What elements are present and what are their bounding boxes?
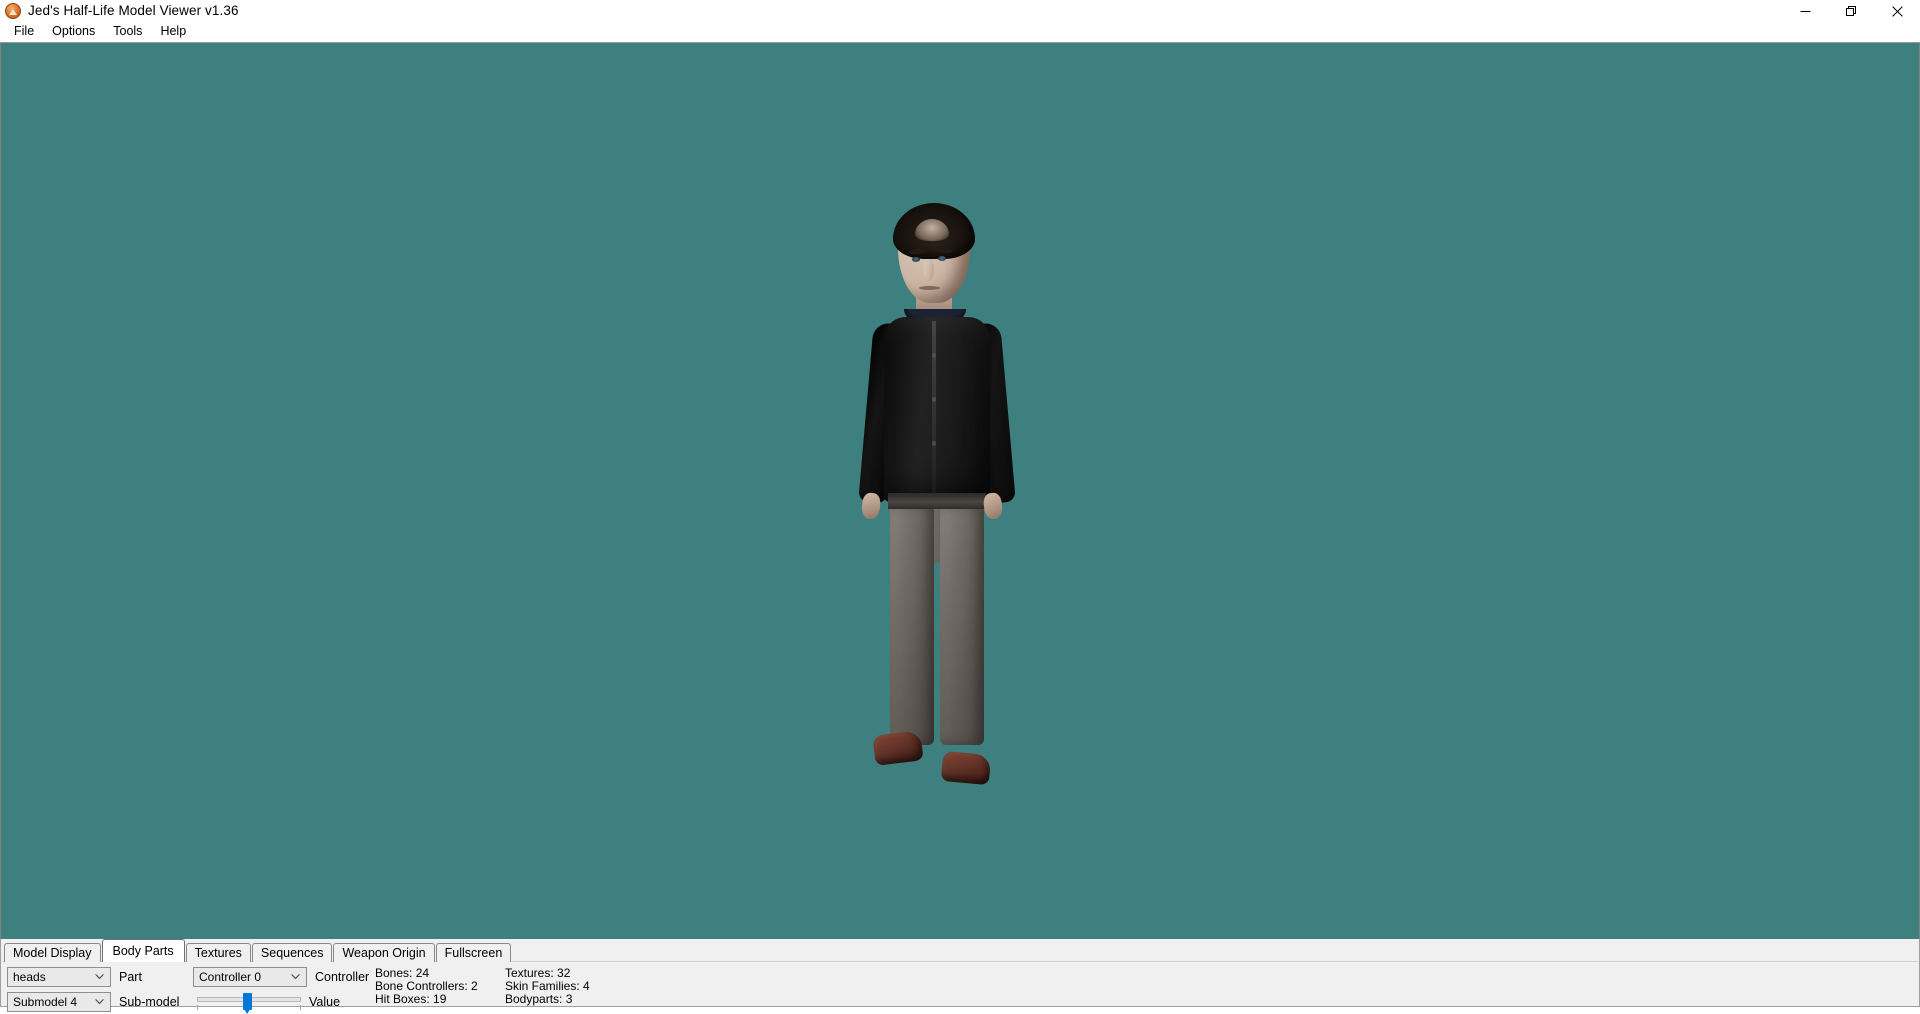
character-model <box>846 193 1076 853</box>
app-logo-icon <box>5 3 21 19</box>
controller-label: Controller <box>315 970 370 984</box>
bottom-control-panel: Model Display Body Parts Textures Sequen… <box>0 939 1920 1012</box>
tab-sequences[interactable]: Sequences <box>251 943 333 962</box>
tab-label: Model Display <box>13 946 92 960</box>
tab-model-display[interactable]: Model Display <box>4 943 101 962</box>
minimize-icon[interactable] <box>1782 0 1828 22</box>
value-row: Value <box>197 992 340 1012</box>
model-leg-left <box>890 505 934 745</box>
close-icon[interactable] <box>1874 0 1920 22</box>
controller-select[interactable]: Controller 0 <box>193 967 307 987</box>
menu-item-file[interactable]: File <box>5 22 43 42</box>
model-leg-right <box>940 505 984 745</box>
model-torso <box>884 317 990 502</box>
tab-label: Sequences <box>260 946 324 960</box>
model-jacket-button <box>932 353 936 358</box>
tab-textures[interactable]: Textures <box>185 943 251 962</box>
window-controls <box>1782 0 1920 22</box>
menu-item-tools[interactable]: Tools <box>104 22 151 42</box>
value-slider[interactable] <box>197 992 301 1012</box>
tab-body-parts[interactable]: Body Parts <box>101 939 185 962</box>
submodel-select[interactable]: Submodel 4 <box>7 992 111 1012</box>
title-bar: Jed's Half-Life Model Viewer v1.36 <box>0 0 1920 22</box>
tab-label: Weapon Origin <box>342 946 426 960</box>
tab-weapon-origin[interactable]: Weapon Origin <box>333 943 435 962</box>
controller-select-value: Controller 0 <box>199 970 262 984</box>
tab-label: Body Parts <box>112 944 174 958</box>
part-row: heads Part <box>7 967 142 987</box>
stats-column-geometry: Bones: 24 Bone Controllers: 2 Hit Boxes:… <box>375 967 478 1006</box>
model-jacket-button <box>932 441 936 446</box>
model-viewport[interactable] <box>0 42 1920 939</box>
chevron-down-icon <box>291 969 300 983</box>
chevron-down-icon <box>95 969 104 983</box>
controller-row: Controller 0 Controller <box>193 967 369 987</box>
body-parts-panel: heads Part Submodel 4 Sub-model Controll… <box>1 963 1919 1012</box>
restore-icon[interactable] <box>1828 0 1874 22</box>
model-hand-left <box>860 492 882 520</box>
stats-column-textures: Textures: 32 Skin Families: 4 Bodyparts:… <box>505 967 590 1006</box>
model-eye-right <box>938 256 946 261</box>
model-nose <box>924 259 934 281</box>
model-belt <box>888 493 986 509</box>
model-eye-left <box>912 257 920 262</box>
value-slider-thumb[interactable] <box>242 993 252 1010</box>
model-jacket-button <box>932 397 936 402</box>
part-select[interactable]: heads <box>7 967 111 987</box>
model-jacket-placket <box>932 321 936 497</box>
value-slider-tick <box>300 1005 301 1010</box>
menu-bar: File Options Tools Help <box>0 22 1920 42</box>
tab-strip: Model Display Body Parts Textures Sequen… <box>4 939 512 962</box>
tab-fullscreen[interactable]: Fullscreen <box>435 943 512 962</box>
chevron-down-icon <box>95 994 104 1008</box>
submodel-row: Submodel 4 Sub-model <box>7 992 179 1012</box>
part-label: Part <box>119 970 142 984</box>
tab-label: Fullscreen <box>444 946 503 960</box>
stat-hit-boxes: Hit Boxes: 19 <box>375 992 447 1006</box>
menu-item-options[interactable]: Options <box>43 22 104 42</box>
model-shoe-right <box>940 750 992 786</box>
part-select-value: heads <box>13 970 46 984</box>
window-title: Jed's Half-Life Model Viewer v1.36 <box>28 3 239 18</box>
menu-item-help[interactable]: Help <box>151 22 195 42</box>
model-viewer-window: Jed's Half-Life Model Viewer v1.36 File <box>0 0 1920 1012</box>
model-mouth <box>919 286 940 290</box>
stat-bodyparts: Bodyparts: 3 <box>505 992 573 1006</box>
tab-label: Textures <box>194 946 242 960</box>
value-slider-tick <box>197 1005 198 1010</box>
model-shoe-left <box>872 730 924 766</box>
